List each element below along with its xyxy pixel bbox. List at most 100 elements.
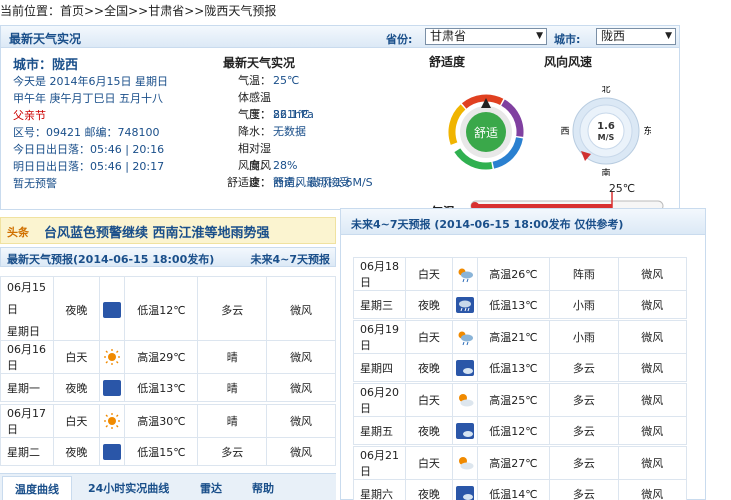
extended-forecast-header: 未来4~7天预报 (2014-06-15 18:00发布 仅供参考) <box>341 209 705 235</box>
tab-help[interactable]: 帮助 <box>252 480 274 496</box>
table-row: 星期五 夜晚 低温12℃ 多云 微风 <box>352 416 688 445</box>
table-row: 06月17日 白天 高温30℃ 晴微风 <box>0 404 336 438</box>
headline-banner[interactable]: 头条 台风蓝色预警继续 西南江淮等地雨势强 <box>0 217 336 244</box>
province-label: 省份: <box>386 33 413 46</box>
tomorrow-sunrise-sunset: 明日日出日落：05:46 | 20:17 <box>13 160 165 173</box>
forecast-period: 夜晚 <box>52 276 101 344</box>
north-label: 北 <box>601 86 610 95</box>
table-row: 06月20日 白天 高温25℃ 多云 微风 <box>352 383 688 417</box>
table-row: 06月15日 星期日 夜晚 低温12℃ 多云 微风 <box>0 276 336 344</box>
city-info: 城市：陇西 今天是 2014年6月15日 星期日 甲午年 庚午月丁巳日 五月十八… <box>13 54 203 192</box>
forecast-weather: 多云 <box>549 353 619 382</box>
forecast-period: 夜晚 <box>405 353 453 382</box>
forecast-period: 夜晚 <box>405 416 453 445</box>
wind-speed: 1.6 <box>597 121 615 132</box>
forecast-icon-cell <box>451 290 478 319</box>
forecast-weather: 多云 <box>549 479 619 500</box>
chevron-down-icon: ▼ <box>665 31 672 41</box>
live-row: 气温： 25℃ <box>223 72 393 89</box>
table-row: 06月18日 白天 高温26℃ 阵雨 微风 <box>352 257 688 291</box>
festival: 父亲节 <box>13 109 46 122</box>
forecast-icon-cell <box>99 437 126 466</box>
table-row: 06月19日 白天 高温21℃ 小雨 微风 <box>352 320 688 354</box>
headline-text[interactable]: 台风蓝色预警继续 西南江淮等地雨势强 <box>44 222 270 241</box>
live-row-value: 舒适，最可接受 <box>273 176 350 189</box>
live-row-value: 821hPa <box>273 108 314 121</box>
forecast-wind: 微风 <box>617 383 688 417</box>
forecast-period: 夜晚 <box>405 290 453 319</box>
forecast-temperature: 高温30℃ <box>124 404 199 438</box>
forecast-date: 06月16日 <box>0 340 54 374</box>
forecast-temperature: 高温25℃ <box>476 383 551 417</box>
live-conditions: 最新天气实况 气温： 25℃ 体感温度： 26.1℃ 气压： 821hPa 降水： 无数据 相对… <box>223 54 393 191</box>
forecast-day-table: 06月21日 白天 高温27℃ 多云 微风 星期六 夜晚 低温14℃ 多云 微风 <box>352 446 688 500</box>
forecast-date: 06月21日 <box>352 446 407 480</box>
sun-icon <box>104 349 121 365</box>
forecast-wind: 微风 <box>617 446 688 480</box>
moon-cloud-icon <box>455 359 474 376</box>
forecast-icon-cell <box>99 276 126 344</box>
table-row: 星期六 夜晚 低温14℃ 多云 微风 <box>352 479 688 500</box>
province-select-value: 甘肃省 <box>430 29 467 43</box>
forecast-temperature: 低温15℃ <box>124 437 199 466</box>
forecast-temperature: 低温12℃ <box>124 276 199 344</box>
forecast-weather: 多云 <box>197 437 268 466</box>
forecast-date: 06月17日 <box>0 404 54 438</box>
headline-tag: 头条 <box>7 226 29 239</box>
live-weather-panel: 最新天气实况 省份: 甘肃省 ▼ 城市: 陇西 ▼ 城市：陇西 今天是 2014… <box>0 25 680 229</box>
forecast-temperature: 低温13℃ <box>476 353 551 382</box>
area-codes: 区号：09421 邮编：748100 <box>13 126 160 139</box>
live-conditions-heading: 最新天气实况 <box>223 56 296 70</box>
today-sunrise-sunset: 今日日出日落：05:46 | 20:16 <box>13 143 165 156</box>
tab-24h-curve[interactable]: 24小时实况曲线 <box>88 480 169 496</box>
forecast-date: 06月15日 <box>7 281 46 316</box>
comfort-label: 舒适度 <box>429 55 466 69</box>
forecast-period: 夜晚 <box>52 373 101 402</box>
forecast-wind: 微风 <box>266 276 336 344</box>
forecast-day-table: 06月17日 白天 高温30℃ 晴微风 星期二 夜晚 低温15℃ 多云 微风 <box>0 404 336 466</box>
forecast-date: 06月18日 <box>352 257 407 291</box>
bottom-tabs: 温度曲线 24小时实况曲线 雷达 帮助 <box>0 473 336 500</box>
forecast-weather: 晴 <box>197 404 268 438</box>
forecast-wind: 微风 <box>266 437 336 466</box>
tab-radar[interactable]: 雷达 <box>200 480 222 496</box>
forecast-weather: 多云 <box>197 276 268 344</box>
table-row: 06月21日 白天 高温27℃ 多云 微风 <box>352 446 688 480</box>
forecast-day-table: 06月20日 白天 高温25℃ 多云 微风 星期五 夜晚 低温12℃ 多云 微风 <box>352 383 688 445</box>
forecast-period: 白天 <box>405 446 453 480</box>
warning-status[interactable]: 暂无预警 <box>13 175 203 192</box>
forecast-period: 夜晚 <box>405 479 453 500</box>
forecast-weather: 阵雨 <box>549 257 619 291</box>
forecast-4-7-link[interactable]: 未来4~7天预报 <box>250 251 330 267</box>
rain-night-icon <box>455 296 474 313</box>
forecast-wind: 微风 <box>617 353 688 382</box>
table-row: 星期三 夜晚 低温13℃ 小雨 微风 <box>352 290 688 319</box>
live-row-value: 无数据 <box>273 125 306 138</box>
forecast-temperature: 低温12℃ <box>476 416 551 445</box>
extended-forecast-title: 未来4~7天预报 (2014-06-15 18:00发布 仅供参考) <box>351 218 624 231</box>
forecast-weather: 多云 <box>549 416 619 445</box>
forecast-icon-cell <box>99 373 126 402</box>
forecast-period: 白天 <box>52 404 101 438</box>
live-row: 体感温度： 26.1℃ <box>223 89 393 121</box>
breadcrumb: 当前位置：首页>>全国>>甘肃省>>陇西天气预报 <box>0 4 277 18</box>
live-row-key: 气压： <box>238 108 271 121</box>
forecast-icon-cell <box>99 404 126 438</box>
comfort-value: 舒适 <box>474 126 498 140</box>
forecast-day-table: 06月16日 白天 高温29℃ 晴微风 星期一 夜晚 低温13℃ 晴微风 <box>0 340 336 402</box>
forecast-icon-cell <box>451 446 478 480</box>
province-select[interactable]: 甘肃省 ▼ <box>425 28 547 45</box>
live-row-key: 降水： <box>238 125 271 138</box>
forecast-temperature: 高温27℃ <box>476 446 551 480</box>
table-row: 06月16日 白天 高温29℃ 晴微风 <box>0 340 336 374</box>
lunar-date: 甲午年 庚午月丁巳日 五月十八 <box>13 92 163 105</box>
forecast-temperature: 低温13℃ <box>476 290 551 319</box>
forecast-weekday: 星期一 <box>0 373 54 402</box>
live-weather-title: 最新天气实况 <box>9 32 82 46</box>
city-select[interactable]: 陇西 ▼ <box>596 28 676 45</box>
forecast-icon-cell <box>451 383 478 417</box>
tab-temperature-curve[interactable]: 温度曲线 <box>2 476 72 500</box>
forecast-weather: 多云 <box>549 383 619 417</box>
shower-icon <box>458 331 473 346</box>
sun-cloud-icon <box>458 394 474 407</box>
